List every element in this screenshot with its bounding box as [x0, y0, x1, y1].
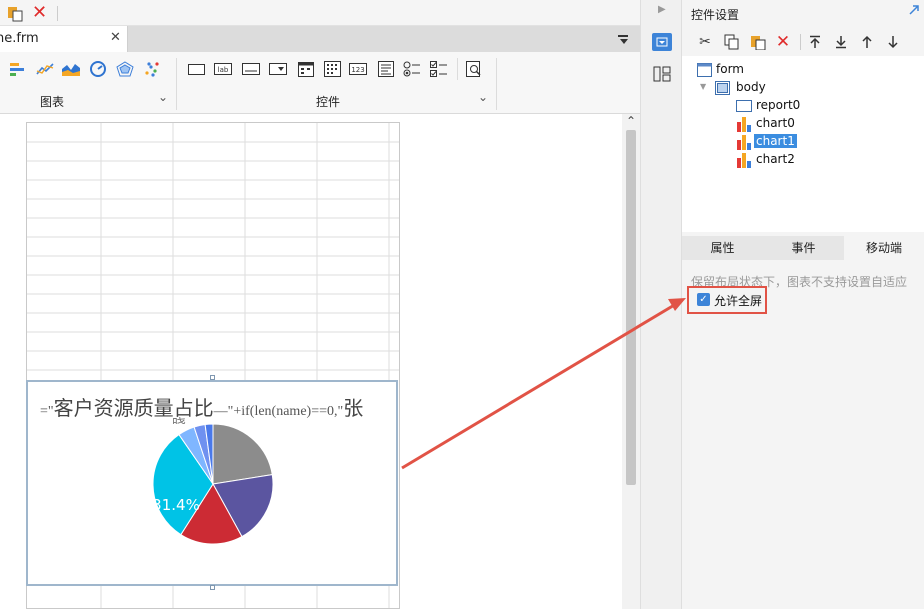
button-control-icon[interactable] — [187, 62, 205, 76]
datepicker-control-icon[interactable] — [297, 62, 315, 77]
gauge-chart-icon[interactable] — [90, 61, 106, 80]
move-to-bottom-icon[interactable] — [832, 33, 850, 51]
chart-title-formula: ="客户资源质量占比—"+if(len(name)==0,"张 — [40, 392, 363, 421]
tab-one-frm[interactable]: one.frm ✕ — [0, 26, 128, 52]
label-control-icon[interactable]: lab — [214, 62, 232, 76]
fullscreen-label[interactable]: 允许全屏 — [714, 292, 762, 309]
chart-icon — [736, 134, 752, 153]
side-strip: ▶ — [640, 0, 682, 609]
move-to-top-icon[interactable] — [806, 33, 824, 51]
pie-slice-label: 31.4% — [152, 496, 200, 514]
label-control-text: lab — [218, 66, 229, 74]
move-down-icon[interactable] — [884, 33, 902, 51]
collapse-triangle-icon[interactable]: ▼ — [700, 82, 706, 91]
pie-slice[interactable] — [212, 423, 273, 485]
insert-ribbon: 图表 ⌄ lab 123 控件 ⌄ — [0, 52, 640, 114]
pie-chart[interactable]: 31.4% — [28, 422, 400, 582]
design-canvas[interactable]: ="客户资源质量占比—"+if(len(name)==0,"张 晓 31.4% … — [0, 114, 640, 609]
number-control-icon[interactable]: 123 — [349, 62, 367, 76]
checkbox-group-control-icon[interactable] — [430, 61, 448, 77]
tab-label: one.frm — [0, 31, 39, 46]
scroll-up-icon[interactable]: ⌃ — [626, 114, 636, 128]
line-chart-icon[interactable] — [36, 62, 54, 79]
delete-icon[interactable]: ✕ — [32, 2, 47, 23]
search-control-icon[interactable] — [465, 61, 483, 77]
radar-chart-icon[interactable] — [116, 61, 134, 80]
form-icon — [697, 63, 712, 80]
tab-mobile[interactable]: 移动端 — [844, 236, 924, 260]
resize-handle-bottom[interactable] — [210, 585, 215, 590]
tree-item-label: chart2 — [756, 152, 795, 166]
editor-tab-bar: one.frm ✕ — [0, 26, 640, 52]
formula-tail: 张 — [343, 396, 364, 420]
expand-icon[interactable] — [908, 4, 920, 19]
collapse-arrow-icon[interactable]: ▶ — [658, 4, 666, 15]
textbox-control-icon[interactable] — [242, 62, 260, 76]
panel-title: 控件设置 — [691, 8, 740, 22]
combobox-control-icon[interactable] — [269, 62, 287, 76]
calendar-control-icon[interactable] — [323, 61, 341, 77]
top-toolbar: ✕ — [0, 0, 640, 26]
layout-icon[interactable] — [653, 66, 671, 85]
fullscreen-checkbox[interactable]: ✓ — [697, 293, 710, 306]
property-tabs: 属性 事件 移动端 — [682, 236, 924, 260]
chart-icon — [736, 116, 752, 135]
tab-properties[interactable]: 属性 — [682, 236, 763, 260]
scatter-chart-icon[interactable] — [144, 61, 160, 80]
ribbon-divider — [176, 58, 177, 110]
tree-toolbar: ✂ ✕ — [682, 30, 924, 54]
tree-item-label-selected: chart1 — [754, 134, 797, 148]
scroll-thumb[interactable] — [626, 130, 636, 485]
chart-group-label: 图表 — [40, 95, 65, 109]
widget-settings-panel: 控件设置 ✂ ✕ form ▼ body report0 chart0 char… — [682, 0, 924, 609]
resize-handle-top[interactable] — [210, 375, 215, 380]
delete-icon[interactable]: ✕ — [774, 32, 792, 52]
toolbar-divider — [800, 34, 801, 50]
ribbon-divider — [496, 58, 497, 110]
formula-prefix: =" — [40, 404, 54, 419]
fullscreen-option-highlight: ✓ 允许全屏 — [687, 286, 767, 314]
move-up-icon[interactable] — [858, 33, 876, 51]
body-icon — [715, 81, 730, 98]
tree-item-label: body — [736, 80, 766, 94]
report-icon — [736, 100, 752, 115]
paste-icon[interactable] — [749, 33, 767, 51]
tab-close-icon[interactable]: ✕ — [110, 30, 121, 45]
paste-icon[interactable] — [6, 4, 24, 22]
textarea-control-icon[interactable] — [377, 61, 395, 77]
formula-title: 客户资源质量占比 — [53, 396, 214, 420]
control-group-label: 控件 — [316, 95, 341, 109]
bar-chart-icon[interactable] — [10, 62, 26, 79]
control-group-chevron-icon[interactable]: ⌄ — [478, 90, 488, 104]
ribbon-divider — [457, 58, 458, 80]
tree-item-label: report0 — [756, 98, 801, 112]
area-chart-icon[interactable] — [62, 62, 80, 79]
cut-icon[interactable]: ✂ — [696, 33, 714, 51]
chart-icon — [736, 152, 752, 171]
widget-settings-icon[interactable] — [652, 33, 672, 51]
formula-mid: —"+if(len(name)==0," — [213, 404, 344, 419]
number-control-text: 123 — [351, 66, 364, 74]
chart-group-chevron-icon[interactable]: ⌄ — [158, 90, 168, 104]
chart1-widget[interactable]: ="客户资源质量占比—"+if(len(name)==0,"张 晓 31.4% — [26, 380, 398, 586]
tree-item-label: chart0 — [756, 116, 795, 130]
widget-tree: form ▼ body report0 chart0 chart1 chart2 — [682, 56, 924, 232]
dropdown-menu-icon[interactable] — [617, 33, 629, 48]
tree-item-label: form — [716, 62, 744, 76]
copy-icon[interactable] — [723, 33, 741, 51]
toolbar-divider — [57, 6, 58, 21]
radio-group-control-icon[interactable] — [403, 61, 421, 77]
vertical-scrollbar[interactable]: ⌃ — [622, 114, 640, 609]
tab-events[interactable]: 事件 — [763, 236, 844, 260]
